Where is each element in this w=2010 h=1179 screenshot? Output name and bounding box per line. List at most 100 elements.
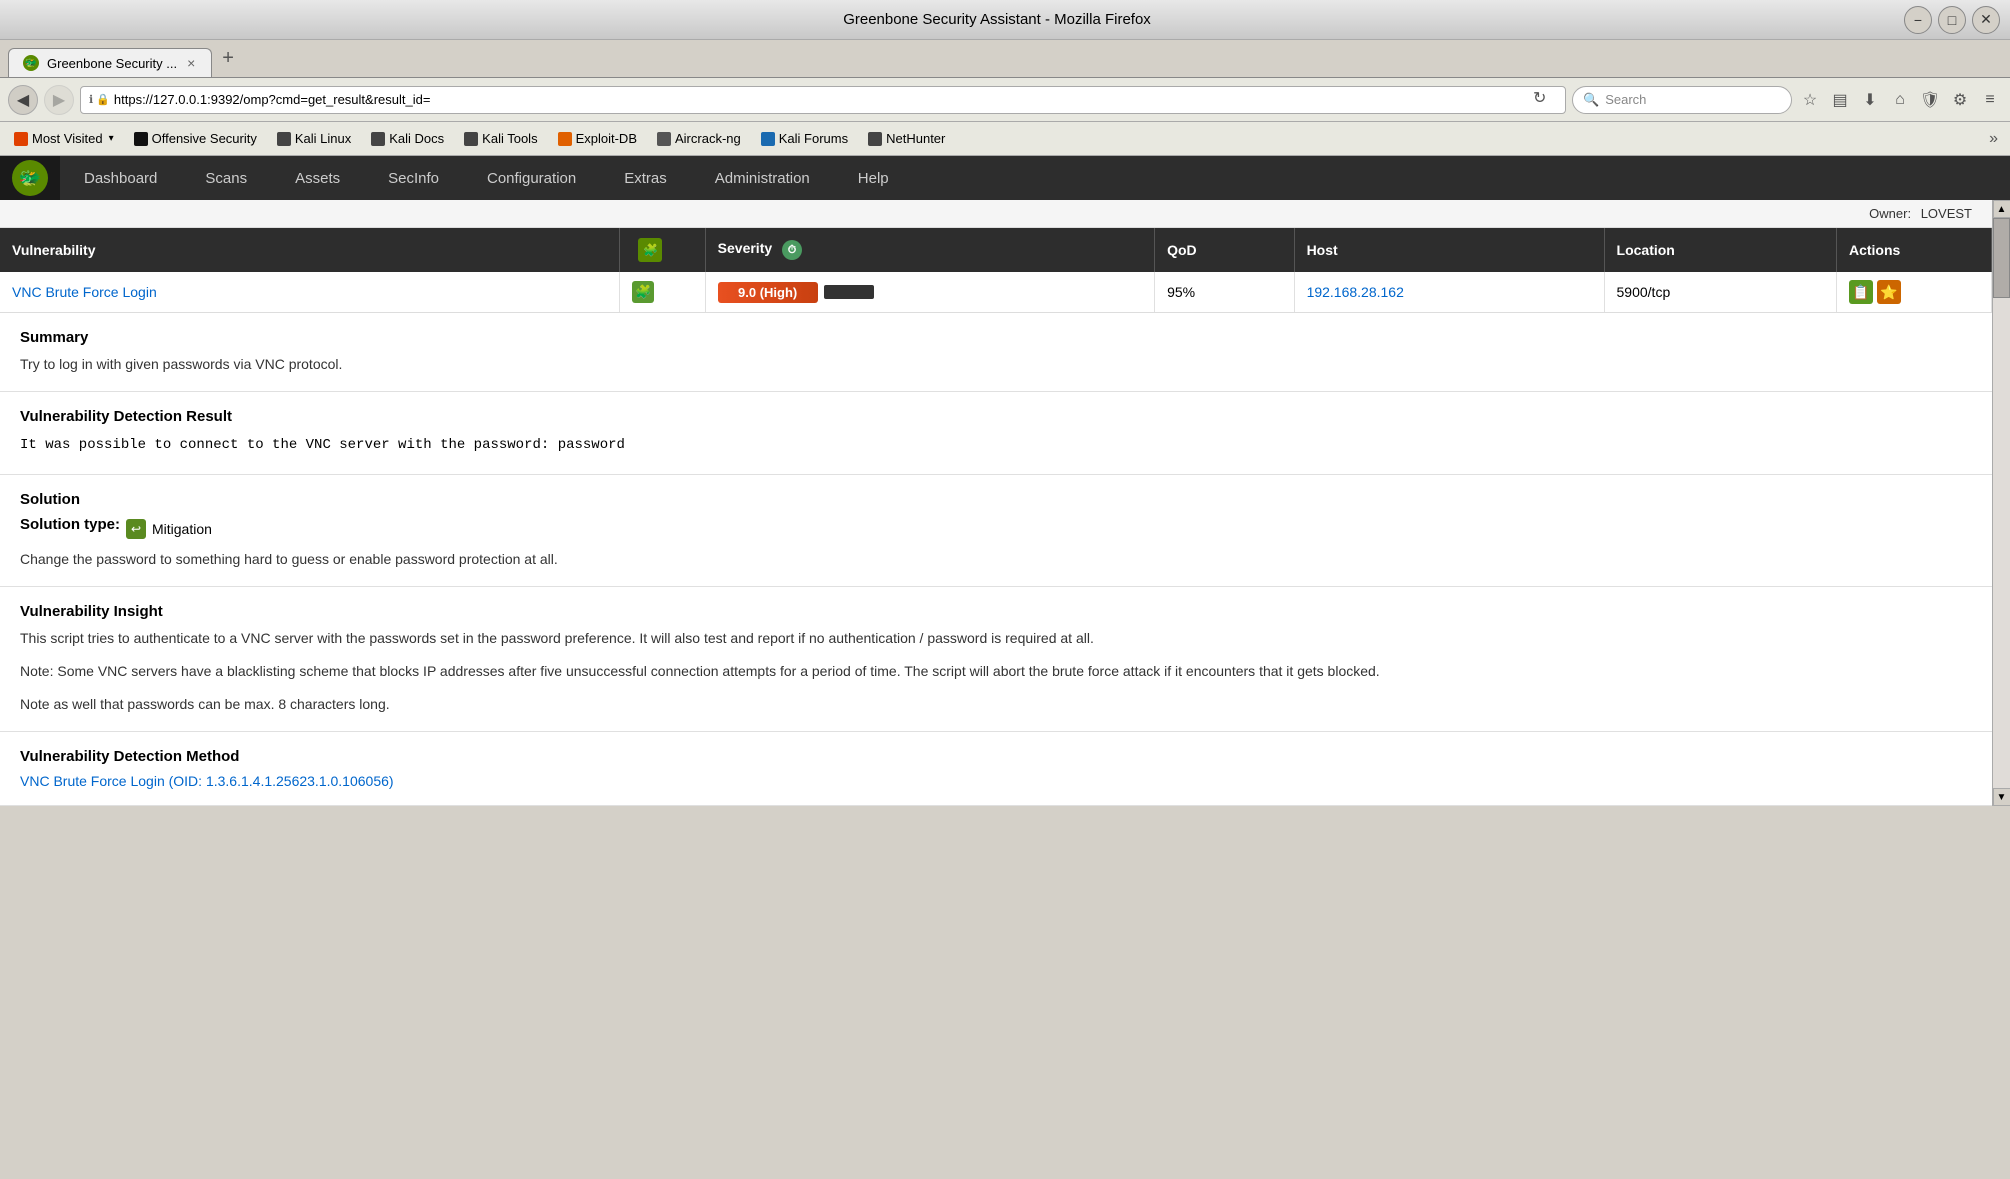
severity-progress-bar xyxy=(824,285,874,299)
insight-para2: Note: Some VNC servers have a blacklisti… xyxy=(20,661,1972,682)
vulnerability-table: Vulnerability 🧩 Severity ⏱ QoD Host xyxy=(0,228,1992,313)
owner-value: LOVEST xyxy=(1921,206,1972,221)
detection-method-link-row: VNC Brute Force Login (OID: 1.3.6.1.4.1.… xyxy=(20,773,1972,789)
bookmark-kali-docs[interactable]: Kali Docs xyxy=(363,129,452,148)
col-header-qod: QoD xyxy=(1155,228,1294,272)
clock-icon[interactable]: ⏱ xyxy=(782,240,802,260)
scroll-thumb[interactable] xyxy=(1993,218,2010,298)
bookmark-label: Kali Forums xyxy=(779,131,848,146)
title-bar: Greenbone Security Assistant - Mozilla F… xyxy=(0,0,2010,40)
bookmark-label: Kali Tools xyxy=(482,131,537,146)
detection-method-link[interactable]: VNC Brute Force Login (OID: 1.3.6.1.4.1.… xyxy=(20,773,394,789)
exploit-db-icon xyxy=(558,132,572,146)
address-bar: ◀ ▶ ℹ 🔒 https://127.0.0.1:9392/omp?cmd=g… xyxy=(0,78,2010,122)
insight-title: Vulnerability Insight xyxy=(20,603,1972,620)
nav-extras[interactable]: Extras xyxy=(600,156,691,200)
lock-icon: 🔒 xyxy=(96,93,110,106)
vuln-name-link[interactable]: VNC Brute Force Login xyxy=(12,284,157,300)
content-area: Owner: LOVEST Vulnerability 🧩 Severity ⏱ xyxy=(0,200,2010,806)
detection-result-title: Vulnerability Detection Result xyxy=(20,408,1972,425)
bookmark-kali-forums[interactable]: Kali Forums xyxy=(753,129,856,148)
vuln-name-cell: VNC Brute Force Login xyxy=(0,272,620,313)
summary-title: Summary xyxy=(20,329,1972,346)
bookmarks-icon[interactable]: ▤ xyxy=(1828,88,1852,112)
minimize-button[interactable]: − xyxy=(1904,6,1932,34)
greenbone-logo: 🐲 xyxy=(12,160,48,196)
star-icon[interactable]: ☆ xyxy=(1798,88,1822,112)
table-row: VNC Brute Force Login 🧩 9.0 (High) 95% 1… xyxy=(0,272,1992,313)
kali-docs-icon xyxy=(371,132,385,146)
scroll-track[interactable] xyxy=(1993,218,2010,788)
bookmark-most-visited[interactable]: Most Visited ▾ xyxy=(6,129,122,148)
severity-pill: 9.0 (High) xyxy=(718,282,818,303)
col-header-location: Location xyxy=(1604,228,1836,272)
url-text: https://127.0.0.1:9392/omp?cmd=get_resul… xyxy=(114,92,1529,107)
info-icon: ℹ xyxy=(89,93,93,106)
solution-text: Change the password to something hard to… xyxy=(20,549,1972,570)
tab-favicon: 🐲 xyxy=(23,55,39,71)
puzzle-filter-icon[interactable]: 🧩 xyxy=(638,238,662,262)
shield-icon[interactable]: 🛡 xyxy=(1918,88,1942,112)
menu-icon[interactable]: ≡ xyxy=(1978,88,2002,112)
search-bar[interactable]: 🔍 Search xyxy=(1572,86,1792,114)
more-bookmarks-icon[interactable]: » xyxy=(1983,130,2004,148)
url-bar[interactable]: ℹ 🔒 https://127.0.0.1:9392/omp?cmd=get_r… xyxy=(80,86,1566,114)
new-tab-button[interactable]: + xyxy=(212,47,244,70)
solution-type-value: Mitigation xyxy=(152,521,212,537)
app-logo: 🐲 xyxy=(0,156,60,200)
nav-assets[interactable]: Assets xyxy=(271,156,364,200)
close-button[interactable]: ✕ xyxy=(1972,6,2000,34)
bookmark-kali-linux[interactable]: Kali Linux xyxy=(269,129,359,148)
main-content: Owner: LOVEST Vulnerability 🧩 Severity ⏱ xyxy=(0,200,1992,806)
download-icon[interactable]: ⬇ xyxy=(1858,88,1882,112)
bookmark-offensive-security[interactable]: Offensive Security xyxy=(126,129,265,148)
bookmark-nethunter[interactable]: NetHunter xyxy=(860,129,953,148)
solution-title: Solution xyxy=(20,491,1972,508)
host-link[interactable]: 192.168.28.162 xyxy=(1307,284,1404,300)
scroll-up-arrow[interactable]: ▲ xyxy=(1993,200,2010,218)
owner-label: Owner: xyxy=(1869,206,1911,221)
active-tab[interactable]: 🐲 Greenbone Security ... × xyxy=(8,48,212,77)
action-details-icon[interactable]: 📋 xyxy=(1849,280,1873,304)
aircrack-icon xyxy=(657,132,671,146)
bookmark-exploit-db[interactable]: Exploit-DB xyxy=(550,129,645,148)
vuln-puzzle-icon[interactable]: 🧩 xyxy=(632,281,654,303)
bookmark-label: Offensive Security xyxy=(152,131,257,146)
tab-bar: 🐲 Greenbone Security ... × + xyxy=(0,40,2010,78)
nav-help[interactable]: Help xyxy=(834,156,913,200)
home-icon[interactable]: ⌂ xyxy=(1888,88,1912,112)
kali-tools-icon xyxy=(464,132,478,146)
nav-administration[interactable]: Administration xyxy=(691,156,834,200)
bookmark-label: NetHunter xyxy=(886,131,945,146)
reload-button[interactable]: ↻ xyxy=(1533,88,1557,112)
kali-forums-icon xyxy=(761,132,775,146)
tab-label: Greenbone Security ... xyxy=(47,56,177,71)
app-nav: 🐲 Dashboard Scans Assets SecInfo Configu… xyxy=(0,156,2010,200)
vuln-puzzle-cell: 🧩 xyxy=(620,272,705,313)
action-icons: 📋 ⭐ xyxy=(1849,280,1979,304)
summary-text: Try to log in with given passwords via V… xyxy=(20,354,1972,375)
detection-method-section: Vulnerability Detection Method VNC Brute… xyxy=(0,732,1992,806)
scroll-down-arrow[interactable]: ▼ xyxy=(1993,788,2010,806)
nethunter-icon xyxy=(868,132,882,146)
maximize-button[interactable]: □ xyxy=(1938,6,1966,34)
nav-secinfo[interactable]: SecInfo xyxy=(364,156,463,200)
severity-bar: 9.0 (High) xyxy=(718,282,1142,303)
action-star-icon[interactable]: ⭐ xyxy=(1877,280,1901,304)
extensions-icon[interactable]: ⚙ xyxy=(1948,88,1972,112)
nav-dashboard[interactable]: Dashboard xyxy=(60,156,181,200)
back-button[interactable]: ◀ xyxy=(8,85,38,115)
offensive-security-icon xyxy=(134,132,148,146)
scrollbar: ▲ ▼ xyxy=(1992,200,2010,806)
forward-button[interactable]: ▶ xyxy=(44,85,74,115)
vuln-severity-cell: 9.0 (High) xyxy=(705,272,1154,313)
nav-configuration[interactable]: Configuration xyxy=(463,156,600,200)
nav-scans[interactable]: Scans xyxy=(181,156,271,200)
search-icon: 🔍 xyxy=(1583,92,1599,108)
bookmark-aircrack[interactable]: Aircrack-ng xyxy=(649,129,749,148)
detection-result-section: Vulnerability Detection Result It was po… xyxy=(0,392,1992,475)
vuln-qod-cell: 95% xyxy=(1155,272,1294,313)
tab-close-button[interactable]: × xyxy=(185,55,197,71)
solution-section: Solution Solution type: ↩ Mitigation Cha… xyxy=(0,475,1992,587)
bookmark-kali-tools[interactable]: Kali Tools xyxy=(456,129,545,148)
